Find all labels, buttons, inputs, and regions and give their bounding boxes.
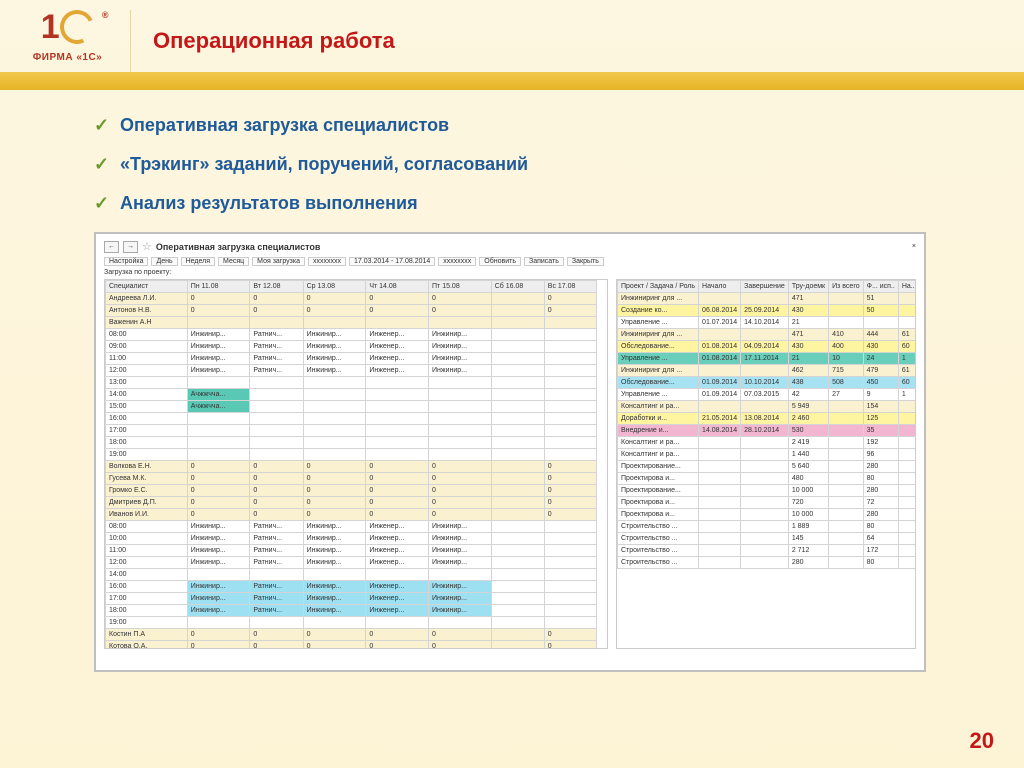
nav-back-icon[interactable]: ← (104, 241, 119, 253)
header-band (0, 72, 1024, 90)
toolbar-button[interactable]: Месяц (218, 257, 249, 266)
toolbar: НастройкаДеньНеделяМесяцМоя загрузкаxxxx… (104, 257, 916, 266)
bullet-list: Оперативная загрузка специалистов «Трэки… (94, 115, 980, 214)
bullet: «Трэкинг» заданий, поручений, согласован… (94, 154, 980, 175)
toolbar-button[interactable]: Записать (524, 257, 564, 266)
favorite-icon[interactable]: ☆ (142, 240, 152, 253)
app-screenshot: ← → ☆ Оперативная загрузка специалистов … (94, 232, 926, 672)
left-pane: СпециалистПн 11.08Вт 12.08Ср 13.08Чт 14.… (104, 279, 608, 649)
logo: ® 1 ФИРМА «1С» (20, 8, 115, 63)
project-table[interactable]: Проект / Задача / РольНачалоЗавершениеТр… (617, 280, 916, 569)
toolbar-button[interactable]: Обновить (479, 257, 521, 266)
schedule-table[interactable]: СпециалистПн 11.08Вт 12.08Ср 13.08Чт 14.… (105, 280, 607, 649)
toolbar-button[interactable]: День (151, 257, 177, 266)
toolbar-button[interactable]: Моя загрузка (252, 257, 305, 266)
nav-fwd-icon[interactable]: → (123, 241, 138, 253)
close-icon[interactable]: × (912, 243, 916, 250)
toolbar-button[interactable]: Настройка (104, 257, 148, 266)
bullet: Оперативная загрузка специалистов (94, 115, 980, 136)
filter-label: Загрузка по проекту: (104, 269, 916, 276)
toolbar-button[interactable]: xxxxxxxx (308, 257, 346, 266)
window-title: Оперативная загрузка специалистов (156, 242, 321, 252)
toolbar-button[interactable]: Закрыть (567, 257, 604, 266)
toolbar-button[interactable]: xxxxxxxx (438, 257, 476, 266)
window-titlebar: ← → ☆ Оперативная загрузка специалистов … (104, 240, 916, 253)
slide-title: Операционная работа (130, 10, 395, 72)
slide-content: Оперативная загрузка специалистов «Трэки… (94, 115, 980, 672)
toolbar-button[interactable]: Неделя (181, 257, 215, 266)
right-pane: Проект / Задача / РольНачалоЗавершениеТр… (616, 279, 916, 649)
page-number: 20 (970, 728, 994, 754)
bullet: Анализ результатов выполнения (94, 193, 980, 214)
toolbar-button[interactable]: 17.03.2014 - 17.08.2014 (349, 257, 435, 266)
